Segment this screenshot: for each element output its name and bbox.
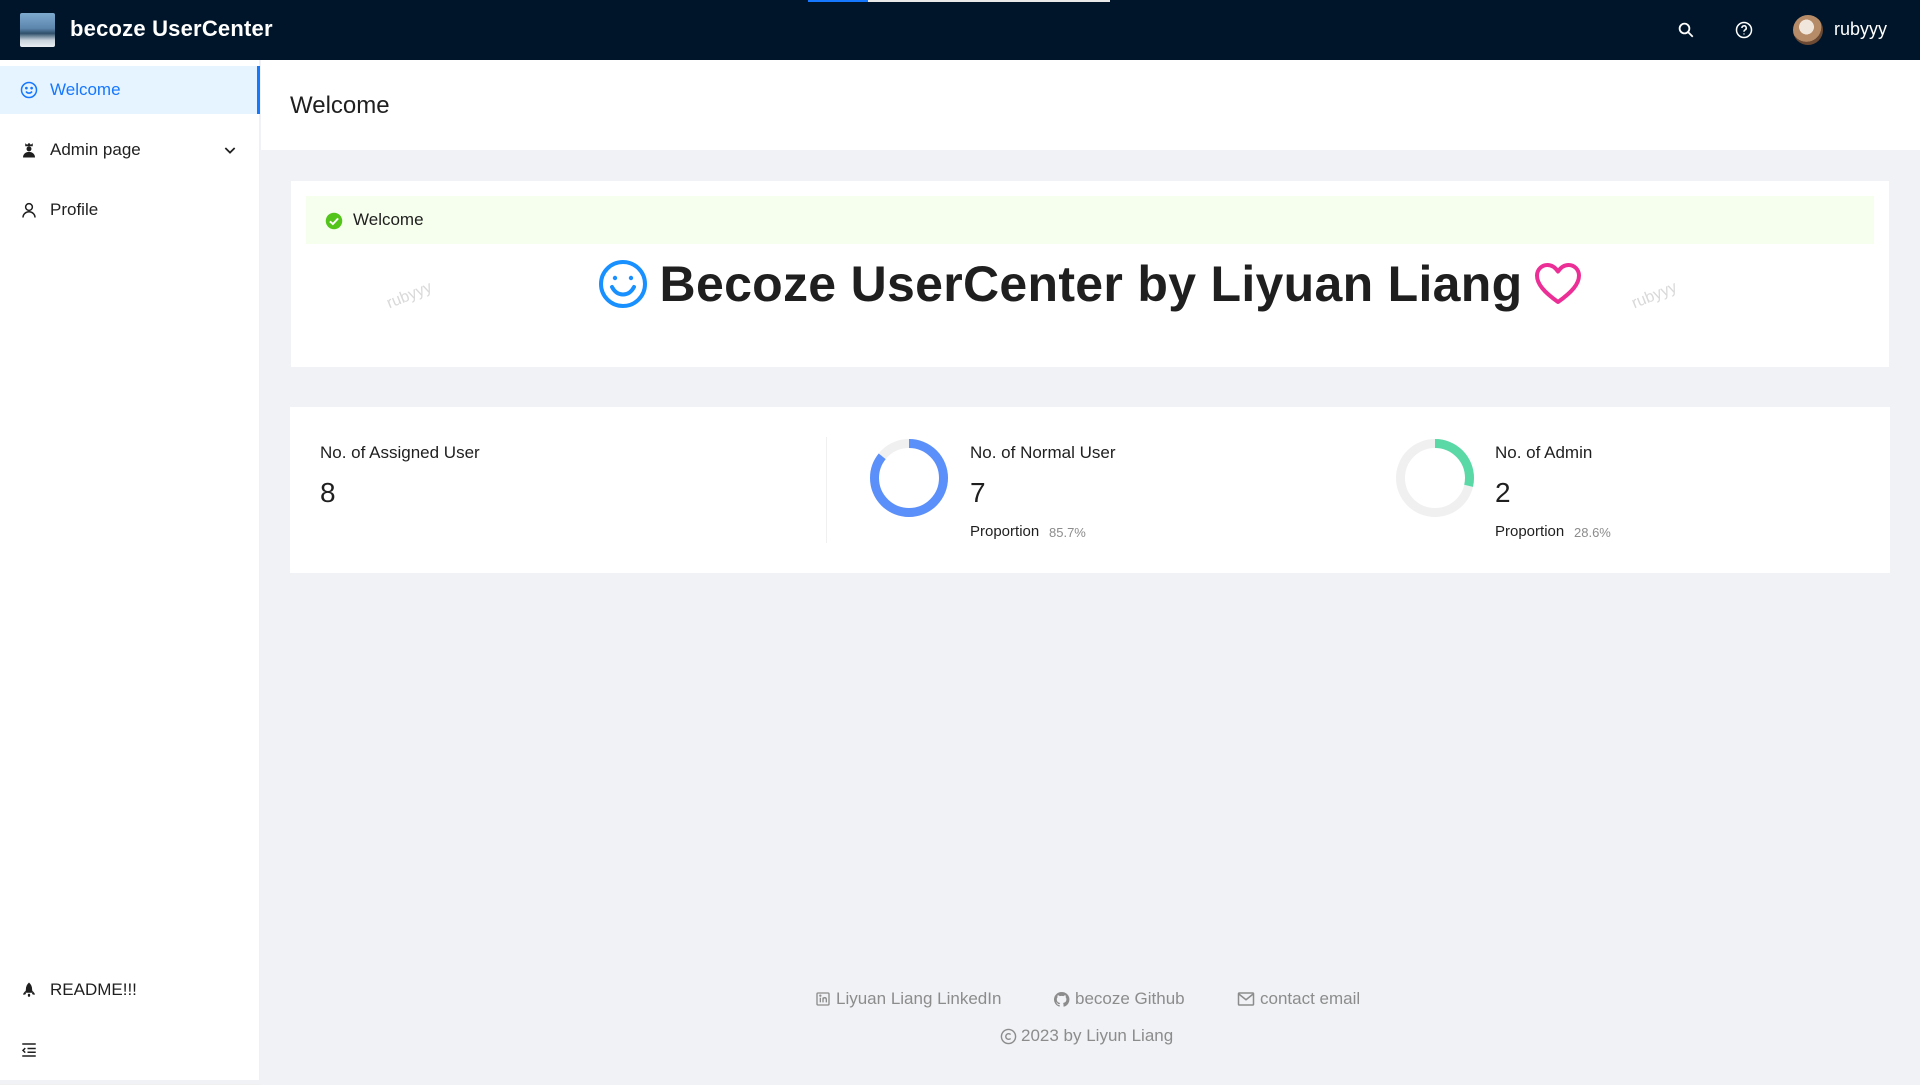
normal-user-ring xyxy=(870,439,948,517)
admin-proportion-value: 28.6% xyxy=(1574,525,1611,540)
page-title: Welcome xyxy=(290,92,390,119)
sidebar-item-label: Profile xyxy=(50,200,99,219)
email-link-label: contact email xyxy=(1260,989,1361,1008)
sidebar-item-label: Admin page xyxy=(50,140,141,159)
smile-icon xyxy=(598,259,648,309)
app-logo[interactable] xyxy=(20,13,55,47)
alert-message: Welcome xyxy=(353,210,424,229)
username[interactable]: rubyyy xyxy=(1834,19,1887,40)
sidebar-item-welcome[interactable]: Welcome xyxy=(0,66,260,114)
sidebar-item-profile[interactable]: Profile xyxy=(0,186,260,234)
copyright-icon xyxy=(1000,1028,1017,1044)
normal-user-value: 7 xyxy=(970,477,986,508)
linkedin-link[interactable]: Liyuan Liang LinkedIn xyxy=(815,989,1001,1009)
github-link-label: becoze Github xyxy=(1075,989,1185,1008)
smile-icon xyxy=(20,81,38,99)
admin-proportion-label: Proportion xyxy=(1495,523,1565,540)
sidebar-item-admin-page[interactable]: Admin page xyxy=(0,126,260,174)
admin-label: No. of Admin xyxy=(1495,443,1593,462)
assigned-user-value: 8 xyxy=(320,477,336,508)
github-link[interactable]: becoze Github xyxy=(1053,989,1185,1009)
app-title[interactable]: becoze UserCenter xyxy=(70,16,273,42)
assigned-user-label: No. of Assigned User xyxy=(320,443,480,462)
page-header: Welcome xyxy=(261,60,1920,150)
sidebar-item-label: README!!! xyxy=(50,980,137,999)
welcome-card: Welcome rubyyy rubyyy Becoze UserCenter … xyxy=(291,181,1889,367)
welcome-alert: Welcome xyxy=(306,196,1874,244)
chevron-down-icon[interactable] xyxy=(222,142,238,158)
heart-icon xyxy=(1534,262,1582,306)
top-header: becoze UserCenter rubyyy xyxy=(0,0,1920,60)
headline-text: Becoze UserCenter by Liyuan Liang xyxy=(659,256,1523,312)
stats-divider xyxy=(826,437,827,543)
linkedin-icon xyxy=(816,992,830,1006)
check-circle-icon xyxy=(325,212,343,230)
user-avatar[interactable] xyxy=(1793,15,1823,45)
sidebar-item-readme[interactable]: README!!! xyxy=(0,966,260,1014)
copyright-text: 2023 by Liyun Liang xyxy=(1021,1026,1174,1045)
admin-value: 2 xyxy=(1495,477,1511,508)
sidebar: Welcome Admin page Profile README!!! xyxy=(0,60,260,1085)
copyright: 2023 by Liyun Liang xyxy=(1000,1026,1173,1046)
normal-user-label: No. of Normal User xyxy=(970,443,1116,462)
page-loading-bar xyxy=(808,0,1110,2)
mail-icon xyxy=(1237,992,1255,1006)
user-stats-card: No. of Assigned User 8 No. of Normal Use… xyxy=(290,407,1890,573)
menu-fold-icon xyxy=(20,1041,38,1059)
collapse-sidebar-button[interactable] xyxy=(0,1026,260,1074)
admin-ring xyxy=(1396,439,1474,517)
email-link[interactable]: contact email xyxy=(1237,989,1360,1009)
linkedin-link-label: Liyuan Liang LinkedIn xyxy=(836,989,1002,1008)
sidebar-item-label: Welcome xyxy=(50,80,121,99)
question-circle-icon[interactable] xyxy=(1732,18,1756,42)
normal-user-proportion-label: Proportion xyxy=(970,523,1040,540)
rocket-icon xyxy=(20,981,38,999)
crown-user-icon xyxy=(20,141,38,159)
user-icon xyxy=(20,201,38,219)
normal-user-proportion-value: 85.7% xyxy=(1049,525,1086,540)
search-icon[interactable] xyxy=(1674,18,1698,42)
headline: Becoze UserCenter by Liyuan Liang xyxy=(291,255,1889,313)
github-icon xyxy=(1053,991,1070,1007)
